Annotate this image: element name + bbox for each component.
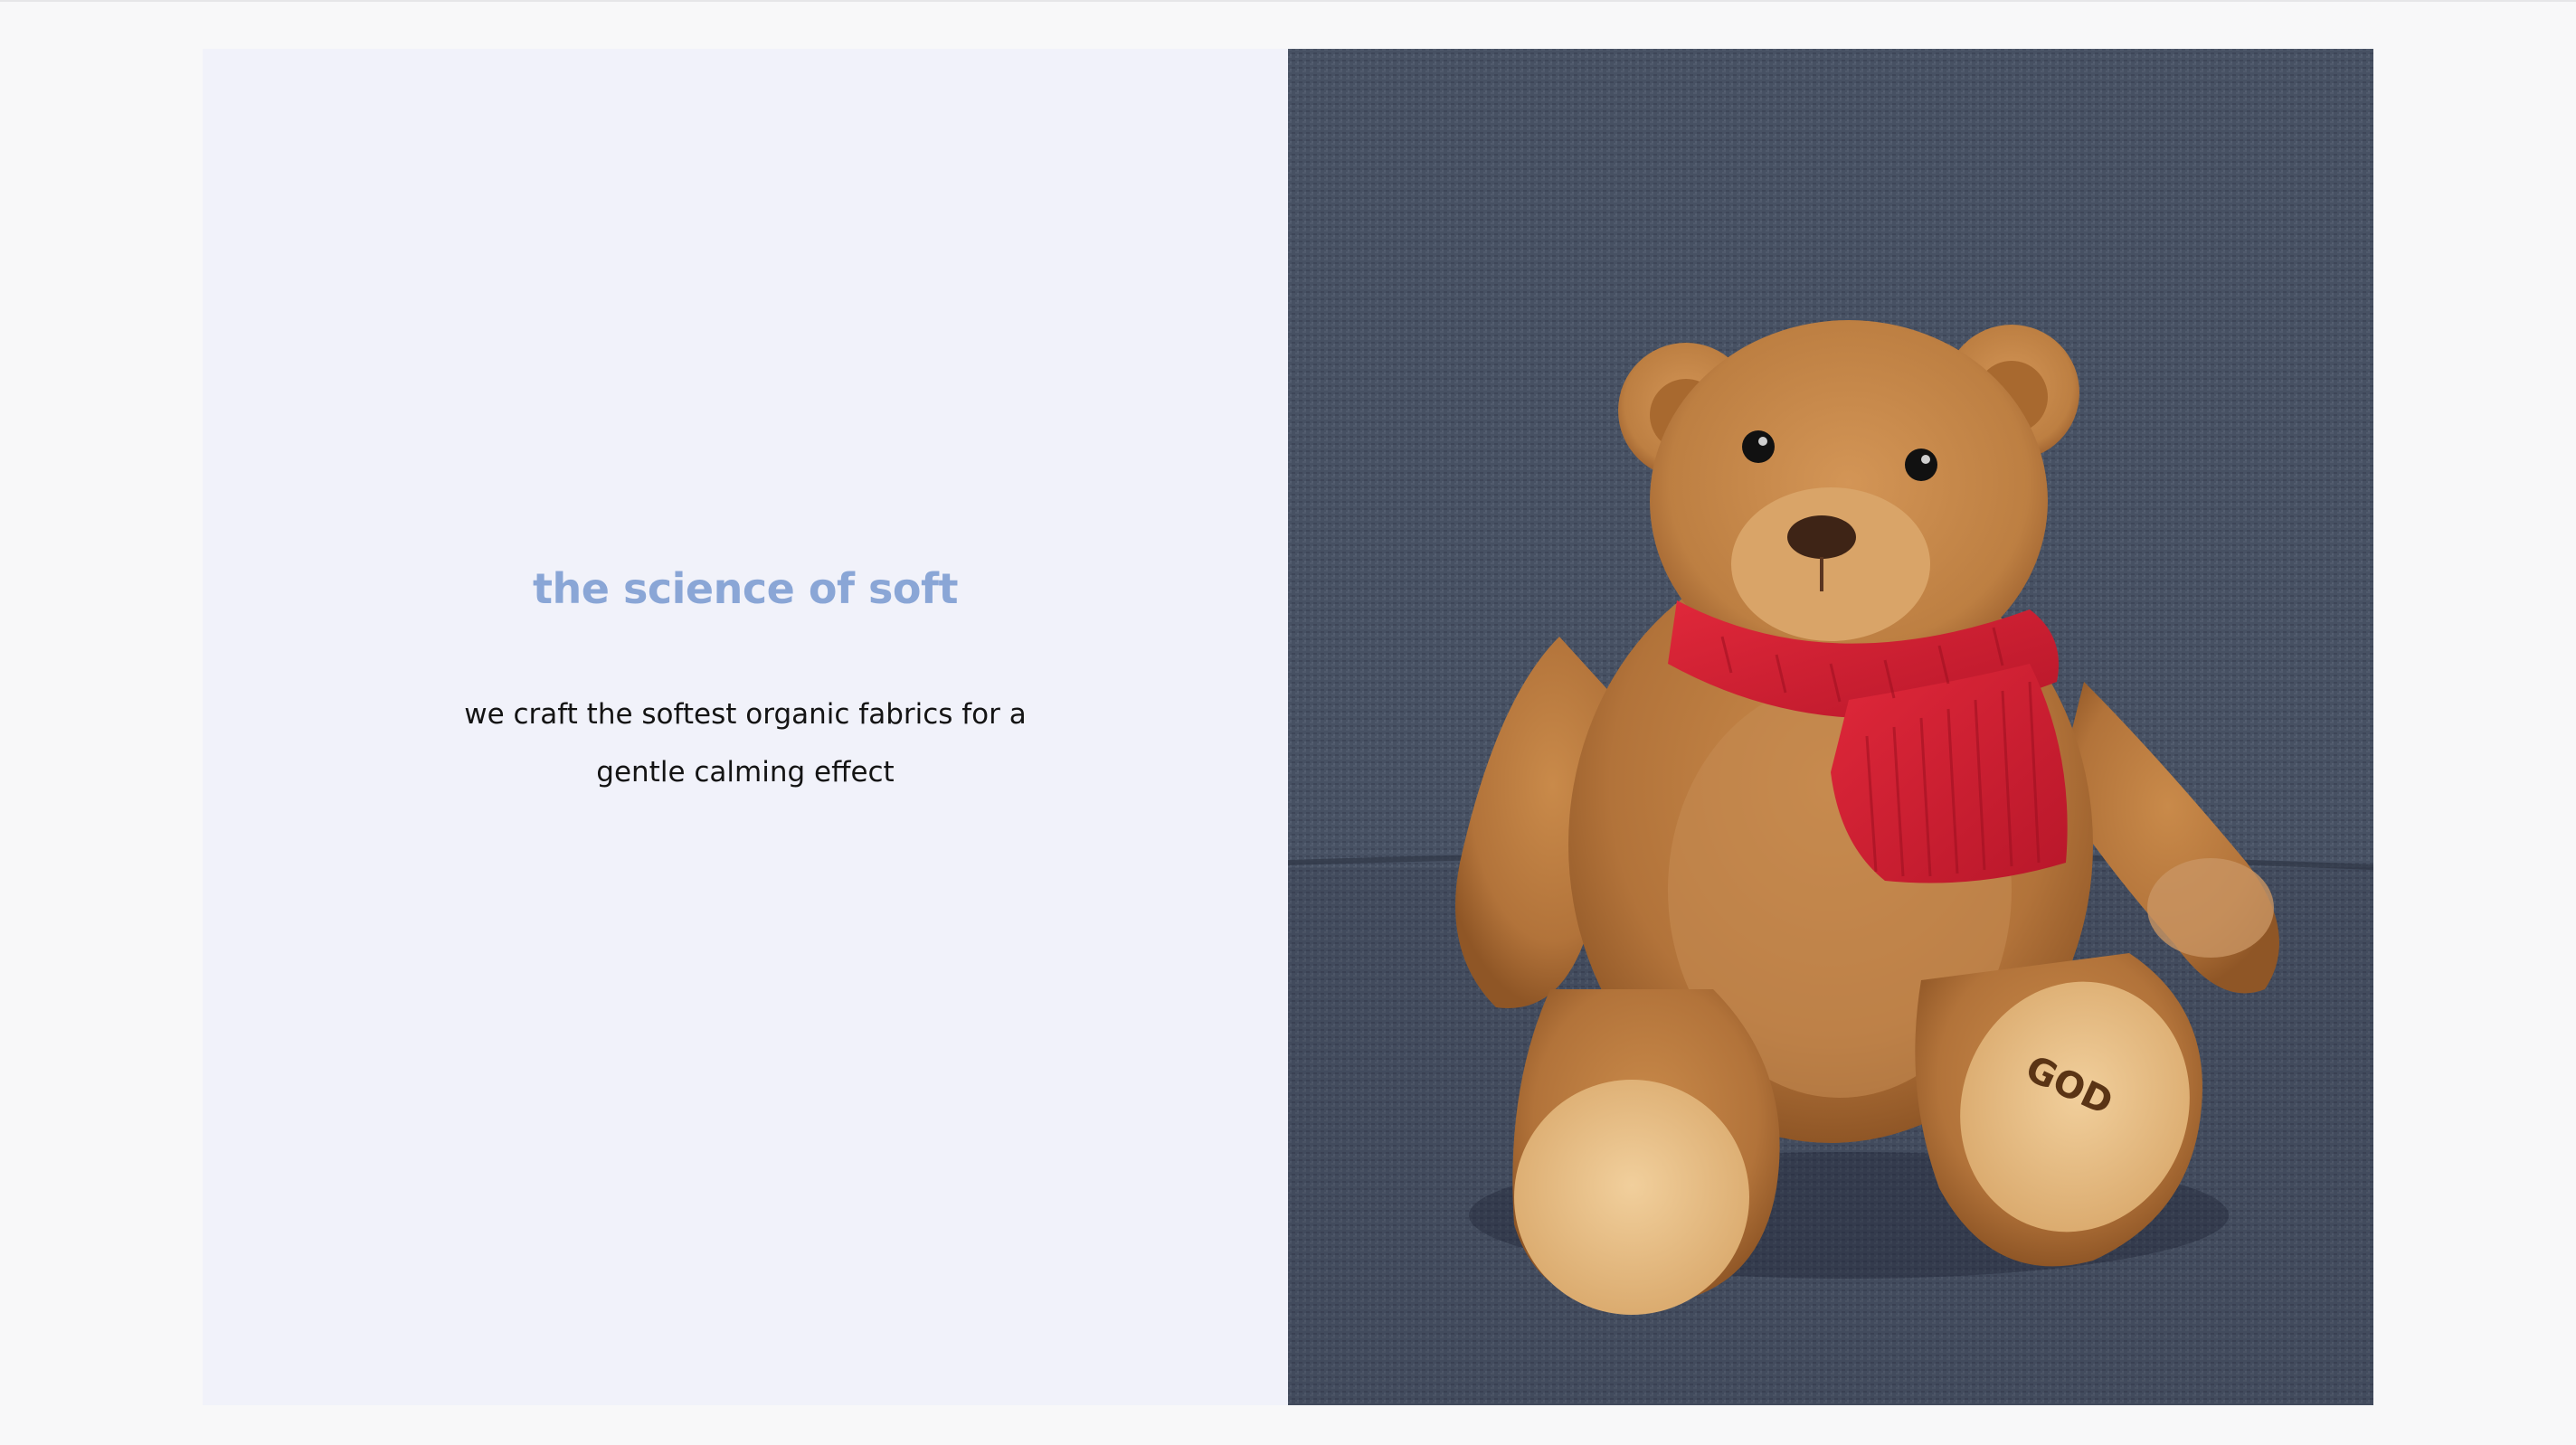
teddy-bear-photo: GOD (1288, 49, 2373, 1405)
page: the science of soft we craft the softest… (0, 0, 2576, 1445)
hero-image: GOD (1288, 49, 2373, 1405)
hero-headline: the science of soft (533, 564, 958, 613)
hero-description: we craft the softest organic fabrics for… (464, 698, 1027, 789)
hero-text-panel: the science of soft we craft the softest… (203, 49, 1288, 1405)
hero-section: the science of soft we craft the softest… (203, 49, 2373, 1405)
